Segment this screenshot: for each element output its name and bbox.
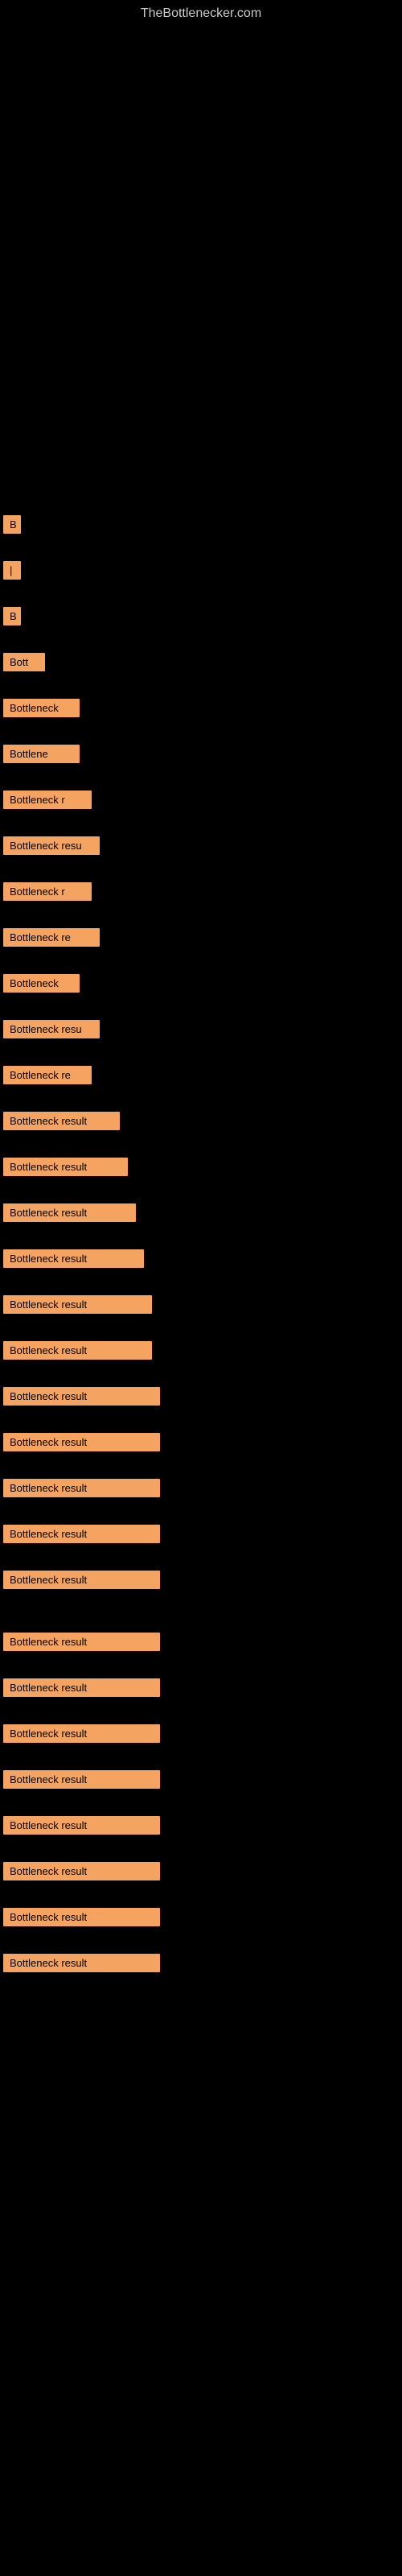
bar-row-3147: Bottleneck result — [2, 1949, 402, 1977]
bottleneck-bar: Bottleneck result — [3, 1724, 160, 1743]
bars-container: B | B Bott Bottleneck Bottlene Bottlenec… — [0, 510, 402, 1977]
bar-row: Bottleneck result — [2, 1520, 402, 1548]
bottleneck-bar: Bottleneck result — [3, 1433, 160, 1451]
bar-row: Bottleneck — [2, 694, 402, 722]
bar-row: Bottleneck re — [2, 923, 402, 952]
bottleneck-bar: Bottlene — [3, 745, 80, 763]
bottleneck-bar: Bottleneck result — [3, 1203, 136, 1222]
bottleneck-bar: Bottleneck result — [3, 1249, 144, 1268]
bar-row: B — [2, 510, 402, 539]
bar-row-2972: Bottleneck result — [2, 1857, 402, 1885]
bar-row: Bottleneck resu — [2, 832, 402, 860]
bottleneck-bar: B — [3, 515, 21, 534]
bottleneck-bar: Bottleneck result — [3, 1908, 160, 1926]
bar-row: Bottleneck resu — [2, 1015, 402, 1043]
bottleneck-bar: Bott — [3, 653, 45, 671]
bar-row: Bottleneck result — [2, 1290, 402, 1319]
site-title: TheBottlenecker.com — [0, 0, 402, 27]
bar-row: Bottleneck result — [2, 1474, 402, 1502]
bar-row-3059: Bottleneck result — [2, 1903, 402, 1931]
bottleneck-bar: Bottleneck result — [3, 1633, 160, 1651]
bottleneck-bar: Bottleneck result — [3, 1341, 152, 1360]
bottleneck-bar: Bottleneck — [3, 699, 80, 717]
bar-row: Bottleneck result — [2, 1428, 402, 1456]
bar-row: Bottleneck r — [2, 786, 402, 814]
bottleneck-bar: Bottleneck re — [3, 928, 100, 947]
bar-row: Bottleneck result — [2, 1107, 402, 1135]
bottleneck-bar: Bottleneck result — [3, 1479, 160, 1497]
bottleneck-bar: Bottleneck result — [3, 1525, 160, 1543]
bar-row: Bottleneck result — [2, 1153, 402, 1181]
bottleneck-bar: Bottleneck result — [3, 1295, 152, 1314]
bar-row: Bott — [2, 648, 402, 676]
bottleneck-bar: | — [3, 561, 21, 580]
bottleneck-bar: Bottleneck result — [3, 1816, 160, 1835]
bar-row: Bottleneck result — [2, 1674, 402, 1702]
bar-row-2354: Bottleneck result — [2, 1566, 402, 1594]
bottleneck-bar: Bottleneck result — [3, 1158, 128, 1176]
bar-row: Bottleneck result — [2, 1245, 402, 1273]
bottleneck-bar: Bottleneck — [3, 974, 80, 993]
bottleneck-bar: B — [3, 607, 21, 625]
bar-row: Bottleneck — [2, 969, 402, 997]
bottleneck-bar: Bottleneck result — [3, 1862, 160, 1880]
bottleneck-bar: Bottleneck result — [3, 1678, 160, 1697]
bottleneck-bar: Bottleneck result — [3, 1571, 160, 1589]
bar-row-2530: Bottleneck result — [2, 1628, 402, 1656]
bottleneck-bar: Bottleneck result — [3, 1112, 120, 1130]
bar-row: | — [2, 556, 402, 584]
bottleneck-bar: Bottleneck result — [3, 1387, 160, 1406]
bottleneck-bar: Bottleneck r — [3, 791, 92, 809]
bar-row: Bottleneck re — [2, 1061, 402, 1089]
bar-row: Bottleneck result — [2, 1382, 402, 1410]
bar-row: Bottleneck r — [2, 877, 402, 906]
bar-row-2705: Bottleneck result — [2, 1719, 402, 1748]
bar-row: Bottleneck result — [2, 1199, 402, 1227]
bottleneck-bar: Bottleneck result — [3, 1954, 160, 1972]
bottleneck-bar: Bottleneck resu — [3, 1020, 100, 1038]
bottleneck-bar: Bottleneck re — [3, 1066, 92, 1084]
bottleneck-bar: Bottleneck resu — [3, 836, 100, 855]
bar-row-2796: Bottleneck result — [2, 1765, 402, 1794]
bar-row: B — [2, 602, 402, 630]
bottleneck-bar: Bottleneck r — [3, 882, 92, 901]
bottleneck-bar: Bottleneck result — [3, 1770, 160, 1789]
bar-row-2882: Bottleneck result — [2, 1811, 402, 1839]
bar-row: Bottleneck result — [2, 1336, 402, 1364]
bar-row: Bottlene — [2, 740, 402, 768]
